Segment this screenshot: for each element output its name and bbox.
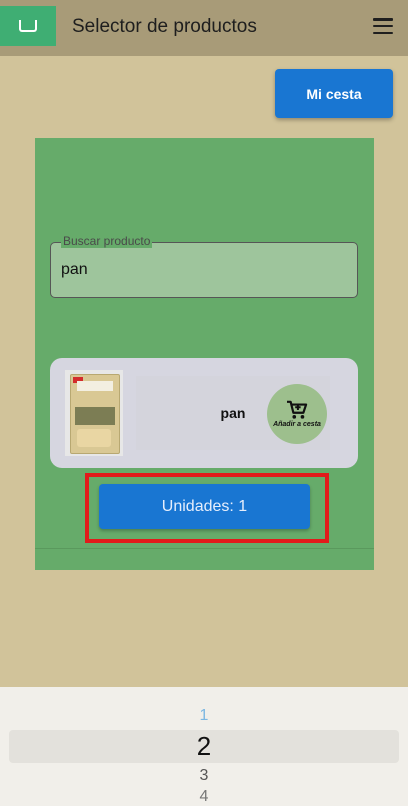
bread-bag-image [65,370,123,456]
picker-option-selected[interactable]: 2 [0,730,408,762]
units-button[interactable]: Unidades: 1 [99,484,310,529]
product-card: pan Añadir a cesta [50,358,358,468]
cart-logo-icon [0,6,56,46]
page-title: Selector de productos [72,16,257,37]
search-label: Buscar producto [61,234,153,248]
add-to-basket-button[interactable]: Añadir a cesta [267,384,327,444]
search-field[interactable]: Buscar producto [50,234,358,298]
basket-button[interactable]: Mi cesta [275,69,393,118]
picker-option[interactable]: 1 [0,707,408,725]
search-input[interactable] [61,261,341,279]
picker-option[interactable]: 4 [0,788,408,806]
shopping-cart-icon [287,400,308,419]
product-selector-panel: Buscar producto pan Añadir a cesta Unida… [35,138,374,570]
hamburger-menu-icon[interactable] [373,18,393,34]
picker-option[interactable]: 3 [0,767,408,785]
number-picker[interactable]: 1 2 3 4 [0,687,408,806]
divider [35,548,374,549]
app-bar: Selector de productos [0,0,408,56]
add-to-basket-label: Añadir a cesta [273,421,321,428]
